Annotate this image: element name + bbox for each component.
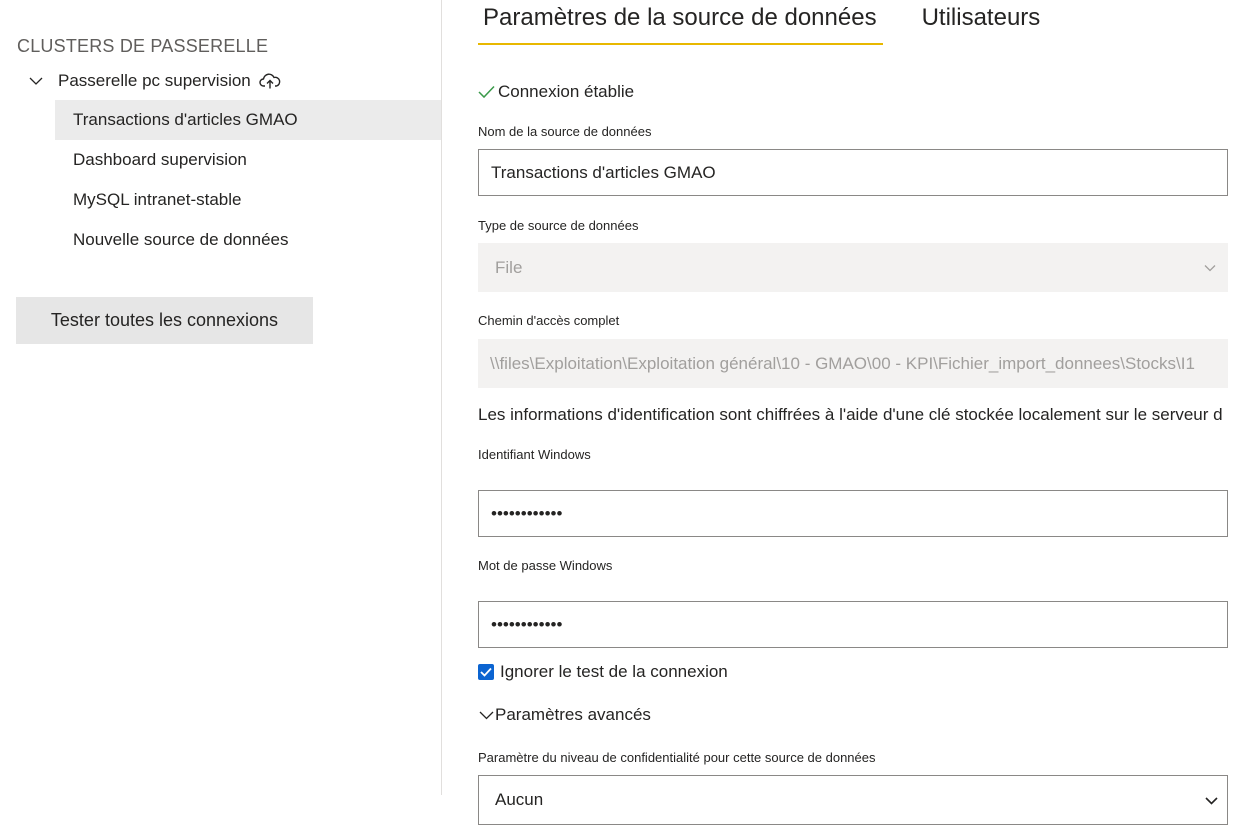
path-label: Chemin d'accès complet [478,313,620,328]
ds-name-input[interactable] [478,149,1228,196]
advanced-settings-toggle[interactable]: Paramètres avancés [479,705,651,725]
datasource-list: Transactions d'articles GMAO Dashboard s… [55,100,441,260]
cloud-upload-icon [259,72,281,90]
datasource-item-mysql[interactable]: MySQL intranet-stable [55,180,441,220]
gateway-node[interactable]: Passerelle pc supervision [27,68,281,94]
chevron-down-icon[interactable] [1205,793,1219,807]
gateway-label[interactable]: Passerelle pc supervision [58,71,251,91]
skip-test-label[interactable]: Ignorer le test de la connexion [500,662,728,682]
advanced-settings-label[interactable]: Paramètres avancés [495,705,651,725]
windows-id-label: Identifiant Windows [478,447,591,462]
connection-status-text: Connexion établie [498,82,635,101]
windows-password-input[interactable] [478,601,1228,648]
skip-test-checkbox[interactable] [478,664,494,680]
tab-datasource-settings[interactable]: Paramètres de la source de données [478,0,883,45]
datasource-item-new[interactable]: Nouvelle source de données [55,220,441,260]
ds-type-label: Type de source de données [478,218,639,233]
credentials-info-text: Les informations d'identification sont c… [478,405,1223,424]
chevron-down-icon [1204,261,1218,275]
windows-id-input[interactable] [478,490,1228,537]
settings-tabs: Paramètres de la source de données Utili… [478,0,1046,46]
checkmark-icon [478,83,496,101]
chevron-down-icon[interactable] [479,707,495,723]
privacy-level-label: Paramètre du niveau de confidentialité p… [478,750,876,765]
path-value: \\files\Exploitation\Exploitation généra… [490,353,1195,373]
chevron-down-icon[interactable] [27,72,45,90]
datasource-item-dashboard[interactable]: Dashboard supervision [55,140,441,180]
path-field: \\files\Exploitation\Exploitation généra… [478,339,1228,388]
gateway-clusters-panel: CLUSTERS DE PASSERELLE Passerelle pc sup… [0,0,442,795]
ds-type-select: File [478,243,1228,292]
windows-password-label: Mot de passe Windows [478,558,613,573]
tab-users[interactable]: Utilisateurs [917,0,1047,45]
ds-name-label: Nom de la source de données [478,124,652,139]
skip-test-row: Ignorer le test de la connexion [478,662,728,682]
privacy-level-select[interactable]: Aucun [478,775,1228,825]
clusters-title: CLUSTERS DE PASSERELLE [17,36,269,56]
datasource-item-gmao[interactable]: Transactions d'articles GMAO [55,100,441,140]
ds-type-value: File [495,257,523,277]
connection-status: Connexion établie [478,82,634,102]
test-all-connections-button[interactable]: Tester toutes les connexions [16,297,313,344]
privacy-level-value: Aucun [495,790,544,809]
